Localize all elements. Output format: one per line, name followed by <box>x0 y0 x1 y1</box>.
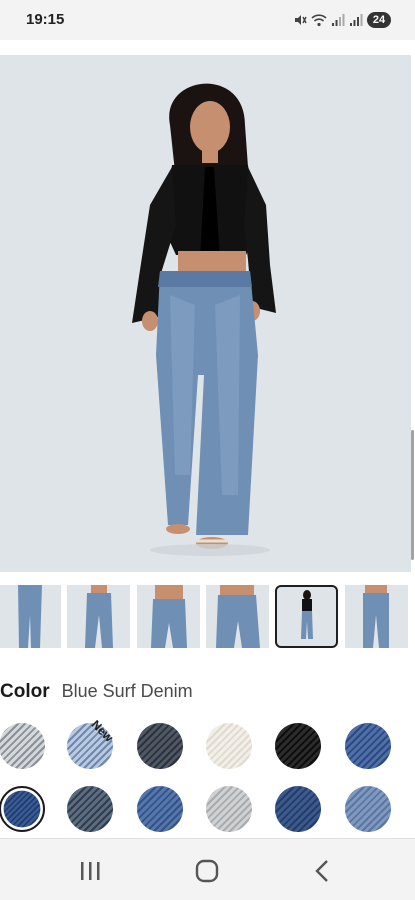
signal-icon <box>350 14 363 26</box>
status-icons: 24 <box>293 11 391 29</box>
swatch-medium-denim[interactable] <box>137 786 183 832</box>
swatch-ecru-denim[interactable] <box>206 723 252 769</box>
swatch-light-white-denim[interactable] <box>0 723 45 769</box>
home-icon[interactable] <box>187 857 227 885</box>
thumbnail-strip <box>0 585 415 650</box>
wifi-icon <box>311 14 327 27</box>
scrollbar[interactable] <box>411 430 414 560</box>
recents-icon[interactable] <box>70 857 110 885</box>
swatch-mid-blue-denim[interactable] <box>345 723 391 769</box>
swatch-slate-denim[interactable] <box>67 786 113 832</box>
color-row: Color Blue Surf Denim <box>0 681 193 707</box>
battery-icon: 24 <box>367 12 391 28</box>
model-illustration <box>132 83 276 556</box>
swatch-grey-wash-denim[interactable] <box>206 786 252 832</box>
swatch-navy-denim[interactable] <box>275 786 321 832</box>
swatch-pale-blue-denim[interactable] <box>345 786 391 832</box>
product-hero-image[interactable] <box>0 55 411 572</box>
mute-icon <box>295 15 307 25</box>
swatch-dark-grey-denim[interactable] <box>137 723 183 769</box>
status-bar: 19:15 24 <box>0 0 415 40</box>
selected-color-name: Blue Surf Denim <box>61 681 193 701</box>
status-time: 19:15 <box>26 11 65 28</box>
thumbnail-4[interactable] <box>206 585 269 648</box>
selected-swatch-ring <box>0 786 45 832</box>
back-icon[interactable] <box>303 857 343 885</box>
navigation-bar <box>0 838 415 900</box>
thumbnail-5[interactable] <box>275 585 338 648</box>
swatch-black-denim[interactable] <box>275 723 321 769</box>
thumbnail-1[interactable] <box>0 585 61 648</box>
thumbnail-2[interactable] <box>67 585 130 648</box>
color-label: Color <box>0 681 50 702</box>
signal-icon <box>332 14 345 26</box>
thumbnail-3[interactable] <box>137 585 200 648</box>
thumbnail-6[interactable] <box>345 585 408 648</box>
